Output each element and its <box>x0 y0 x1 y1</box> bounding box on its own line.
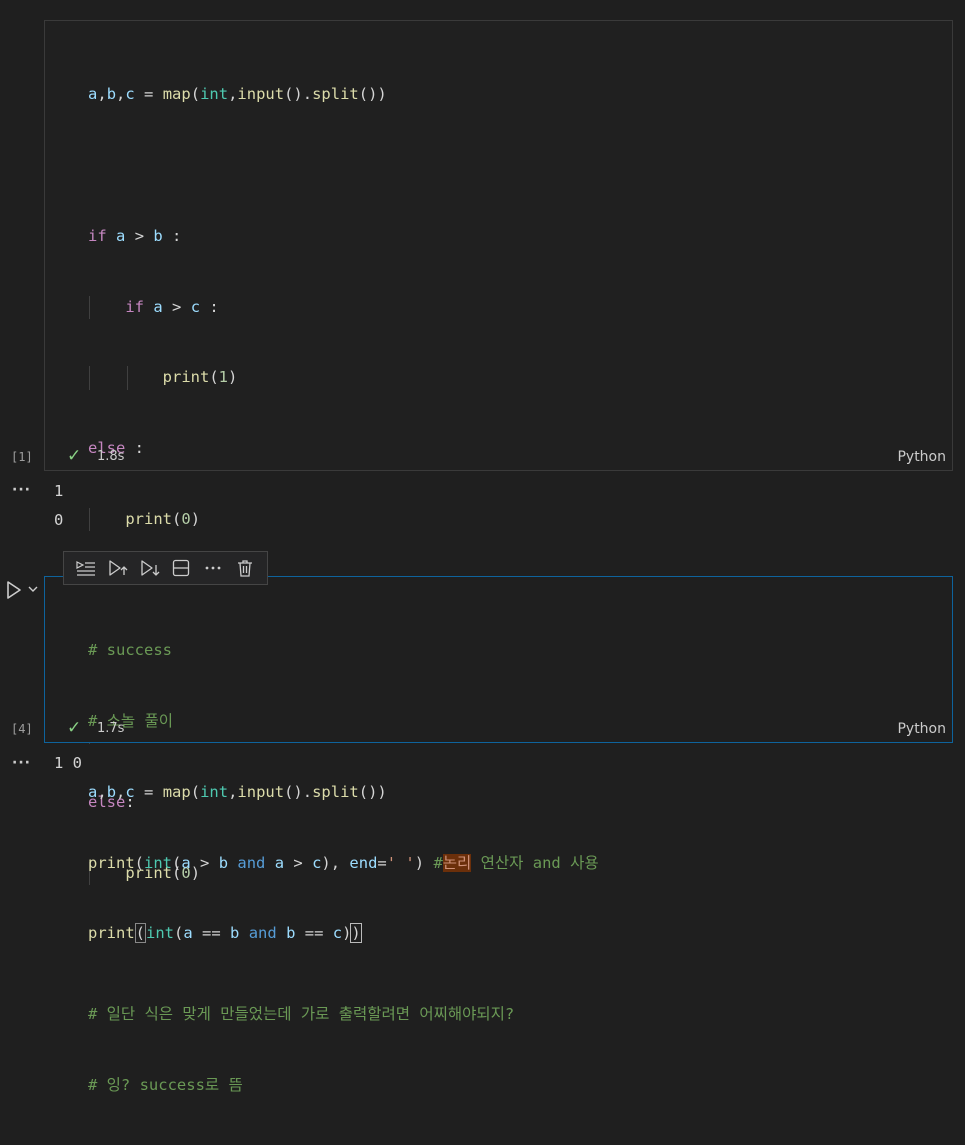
code-line: print(0) <box>88 507 514 532</box>
output-line: 1 <box>54 482 64 500</box>
cell-toolbar <box>63 551 268 585</box>
run-cell-icon[interactable] <box>5 580 23 600</box>
execution-count: [1] <box>11 450 33 464</box>
check-icon: ✓ <box>67 446 82 466</box>
code-editor[interactable]: # success # 소놀 풀이 a,b,c = map(int,input(… <box>88 592 599 993</box>
delete-icon[interactable] <box>233 556 257 580</box>
cell-status-bar: ✓ 1.8s Python <box>45 442 952 470</box>
cell-output: 10 <box>54 477 63 535</box>
code-comment: # success <box>88 641 172 660</box>
code-line: a,b,c = map(int,input().split()) <box>88 782 387 801</box>
check-icon: ✓ <box>67 718 82 738</box>
execution-duration: 1.7s <box>97 721 125 736</box>
language-picker[interactable]: Python <box>897 449 946 465</box>
inline-comment: 연산자 and 사용 <box>471 853 599 872</box>
code-line: if a > b : <box>88 226 182 245</box>
code-line: print(int(a == b and b == c)) <box>88 923 362 944</box>
code-comment: # 잉? success로 뜸 <box>88 1076 243 1095</box>
code-cell-1[interactable]: a,b,c = map(int,input().split()) if a > … <box>44 20 953 1094</box>
split-cell-icon[interactable] <box>169 556 193 580</box>
output-more-icon[interactable]: ··· <box>12 482 31 498</box>
highlighted-comment-word: 논리 <box>442 853 472 872</box>
code-line: a,b,c = map(int,input().split()) <box>88 85 387 104</box>
code-line: if a > c : <box>88 295 514 320</box>
cell-status-bar: ✓ 1.7s Python <box>45 714 952 742</box>
output-line: 0 <box>54 511 64 529</box>
output-more-icon[interactable]: ··· <box>12 755 31 771</box>
execute-above-icon[interactable] <box>74 556 98 580</box>
code-cell-2[interactable]: # success # 소놀 풀이 a,b,c = map(int,input(… <box>44 576 953 944</box>
execution-duration: 1.8s <box>97 449 125 464</box>
language-picker[interactable]: Python <box>897 721 946 737</box>
code-line: print(int(a > b and a > c), end=' ') #논리… <box>88 853 599 872</box>
chevron-down-icon[interactable] <box>27 583 39 595</box>
cell-output: 1 0 <box>54 754 82 772</box>
execution-count: [4] <box>11 722 33 736</box>
run-above-icon[interactable] <box>106 556 130 580</box>
more-icon[interactable] <box>201 556 225 580</box>
run-below-icon[interactable] <box>138 556 162 580</box>
code-comment: # 일단 식은 맞게 만들었는데 가로 출력할려면 어찌해야되지? <box>88 1005 515 1024</box>
code-line: print(1) <box>88 366 514 390</box>
